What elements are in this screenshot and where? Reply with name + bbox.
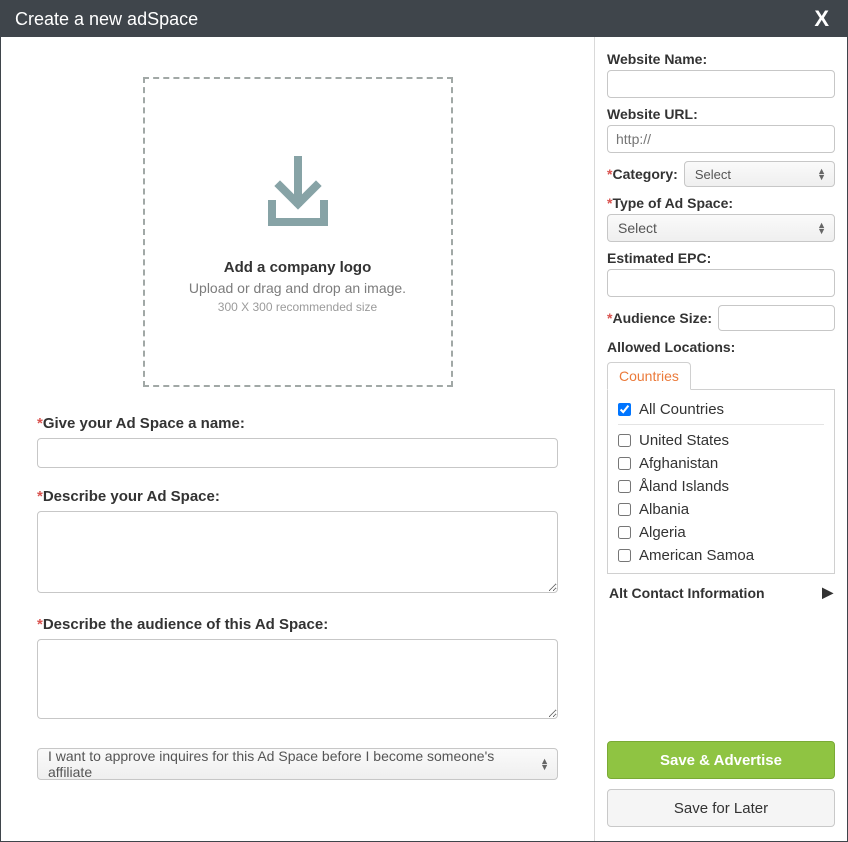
close-icon[interactable]: X — [810, 4, 833, 34]
modal-title: Create a new adSpace — [15, 9, 198, 30]
approval-select[interactable]: I want to approve inquires for this Ad S… — [37, 748, 558, 780]
country-label: American Samoa — [639, 547, 754, 564]
website-url-row: Website URL: — [607, 106, 835, 153]
country-checkbox[interactable] — [618, 503, 631, 516]
country-checkbox[interactable] — [618, 549, 631, 562]
country-list: All Countries United States Afghanistan Åla… — [607, 390, 835, 574]
modal-content: Add a company logo Upload or drag and dr… — [1, 37, 847, 841]
website-name-row: Website Name: — [607, 51, 835, 98]
chevron-updown-icon: ▲▼ — [817, 222, 826, 234]
create-adspace-modal: Create a new adSpace X Add a company log… — [0, 0, 848, 842]
category-label: *Category: — [607, 166, 678, 182]
country-row: American Samoa — [618, 544, 824, 567]
type-label: *Type of Ad Space: — [607, 195, 835, 211]
adspace-audience-label: *Describe the audience of this Ad Space: — [37, 616, 558, 633]
website-url-input[interactable] — [607, 125, 835, 153]
epc-label: Estimated EPC: — [607, 250, 835, 266]
audience-size-label: *Audience Size: — [607, 310, 712, 326]
epc-input[interactable] — [607, 269, 835, 297]
chevron-right-icon: ▶ — [822, 584, 833, 601]
country-checkbox[interactable] — [618, 403, 631, 416]
country-row: Algeria — [618, 521, 824, 544]
category-select[interactable]: Select ▲▼ — [684, 161, 835, 187]
type-select-value: Select — [618, 220, 657, 236]
locations-tabbar: Countries — [607, 362, 835, 390]
tab-countries[interactable]: Countries — [607, 362, 691, 390]
type-row: *Type of Ad Space: Select ▲▼ — [607, 195, 835, 242]
action-buttons: Save & Advertise Save for Later — [607, 721, 835, 827]
adspace-describe-field: *Describe your Ad Space: — [37, 488, 558, 596]
country-label: Åland Islands — [639, 478, 729, 495]
website-url-label: Website URL: — [607, 106, 835, 122]
country-checkbox[interactable] — [618, 434, 631, 447]
country-label: United States — [639, 432, 729, 449]
adspace-audience-textarea[interactable] — [37, 639, 558, 719]
alt-contact-label: Alt Contact Information — [609, 585, 765, 601]
country-label: Afghanistan — [639, 455, 718, 472]
adspace-describe-textarea[interactable] — [37, 511, 558, 593]
country-label: Albania — [639, 501, 689, 518]
country-row: United States — [618, 429, 824, 452]
alt-contact-toggle[interactable]: Alt Contact Information ▶ — [607, 574, 835, 609]
audience-size-row: *Audience Size: — [607, 305, 835, 331]
download-icon — [254, 150, 342, 241]
adspace-describe-label: *Describe your Ad Space: — [37, 488, 558, 505]
website-name-input[interactable] — [607, 70, 835, 98]
country-label: All Countries — [639, 401, 724, 418]
chevron-updown-icon: ▲▼ — [817, 168, 826, 180]
adspace-audience-field: *Describe the audience of this Ad Space: — [37, 616, 558, 722]
country-label: Algeria — [639, 524, 686, 541]
save-later-button[interactable]: Save for Later — [607, 789, 835, 827]
type-select[interactable]: Select ▲▼ — [607, 214, 835, 242]
country-checkbox[interactable] — [618, 526, 631, 539]
country-row: Åland Islands — [618, 475, 824, 498]
chevron-updown-icon: ▲▼ — [540, 758, 549, 770]
audience-size-input[interactable] — [718, 305, 835, 331]
allowed-locations-label: Allowed Locations: — [607, 339, 835, 355]
save-advertise-button[interactable]: Save & Advertise — [607, 741, 835, 779]
upload-hint: 300 X 300 recommended size — [218, 300, 377, 314]
category-select-value: Select — [695, 167, 731, 182]
country-checkbox[interactable] — [618, 480, 631, 493]
country-row: Afghanistan — [618, 452, 824, 475]
allowed-locations-row: Allowed Locations: — [607, 339, 835, 358]
adspace-name-input[interactable] — [37, 438, 558, 468]
titlebar: Create a new adSpace X — [1, 1, 847, 37]
country-row: Albania — [618, 498, 824, 521]
approval-select-value: I want to approve inquires for this Ad S… — [48, 748, 529, 780]
right-panel: Website Name: Website URL: *Category: Se… — [595, 37, 847, 841]
country-checkbox[interactable] — [618, 457, 631, 470]
category-row: *Category: Select ▲▼ — [607, 161, 835, 187]
adspace-name-label: *Give your Ad Space a name: — [37, 415, 558, 432]
website-name-label: Website Name: — [607, 51, 835, 67]
epc-row: Estimated EPC: — [607, 250, 835, 297]
adspace-name-field: *Give your Ad Space a name: — [37, 415, 558, 468]
left-panel: Add a company logo Upload or drag and dr… — [1, 37, 595, 841]
upload-title: Add a company logo — [224, 259, 372, 276]
upload-subtitle: Upload or drag and drop an image. — [189, 280, 406, 296]
country-row: All Countries — [618, 398, 824, 425]
logo-upload-dropzone[interactable]: Add a company logo Upload or drag and dr… — [143, 77, 453, 387]
